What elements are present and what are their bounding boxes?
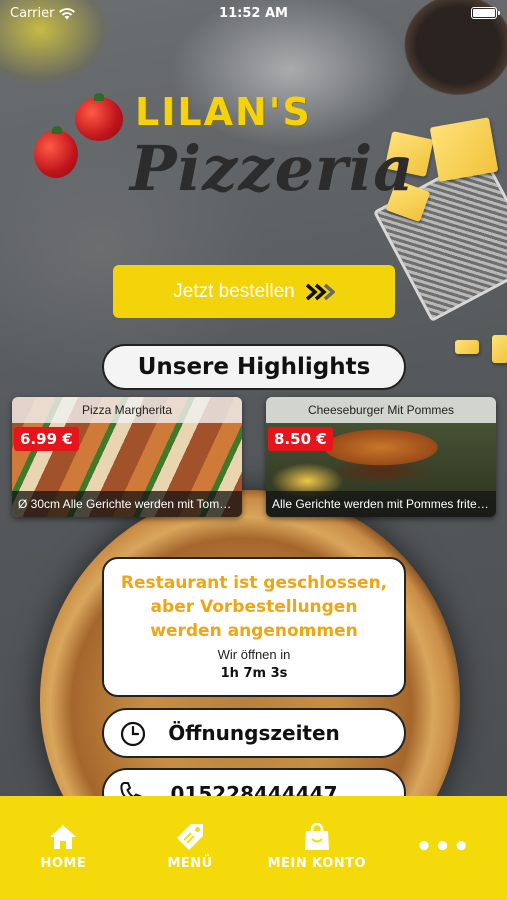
cheese-decoration [455, 340, 479, 354]
cheese-decoration [492, 335, 507, 363]
tag-icon [177, 824, 204, 850]
clock-icon [120, 721, 146, 747]
tab-menu[interactable]: MENÜ [135, 822, 245, 871]
tomato-decoration [75, 93, 123, 141]
tab-my-account[interactable]: MEIN KONTO [262, 822, 372, 871]
order-now-label: Jetzt bestellen [173, 280, 295, 302]
status-time: 11:52 AM [219, 6, 288, 21]
price-badge: 6.99 € [14, 427, 79, 451]
opening-label: Wir öffnen in [217, 647, 291, 662]
highlight-card-description: Alle Gerichte werden mit Pommes frites..… [266, 491, 496, 517]
opening-hours-label: Öffnungszeiten [168, 721, 340, 745]
highlight-card-title: Pizza Margherita [12, 397, 242, 423]
home-icon [50, 825, 77, 849]
restaurant-status-card: Restaurant ist geschlossen, aber Vorbest… [102, 557, 406, 697]
order-now-button[interactable]: Jetzt bestellen [113, 265, 395, 318]
opening-hours-button[interactable]: Öffnungszeiten [102, 708, 406, 758]
double-chevron-right-icon [305, 283, 335, 300]
highlights-heading: Unsere Highlights [102, 344, 406, 390]
highlight-card-cheeseburger[interactable]: Cheeseburger Mit Pommes 8.50 € Alle Geri… [266, 397, 496, 517]
shopping-bag-icon [304, 822, 329, 850]
highlight-card-description: Ø 30cm Alle Gerichte werden mit Tomat... [12, 491, 242, 517]
logo-subtitle: Pizzeria [130, 132, 415, 205]
logo-title: LILAN'S [135, 90, 312, 134]
more-icon: ••• [415, 832, 472, 862]
closed-message: Restaurant ist geschlossen, aber Vorbest… [120, 573, 388, 641]
highlight-card-pizza-margherita[interactable]: Pizza Margherita 6.99 € Ø 30cm Alle Geri… [12, 397, 242, 517]
tab-home[interactable]: HOME [8, 822, 118, 871]
price-badge: 8.50 € [268, 427, 333, 451]
tab-more[interactable]: ••• [389, 822, 499, 862]
opening-countdown: 1h 7m 3s [220, 666, 288, 681]
status-bar: Carrier 11:52 AM [0, 0, 507, 26]
cheese-decoration [429, 117, 499, 182]
tomato-decoration [34, 126, 78, 178]
highlight-card-title: Cheeseburger Mit Pommes [266, 397, 496, 423]
battery-icon [471, 7, 500, 19]
bottom-tab-bar: HOME MENÜ MEIN KONTO ••• [0, 796, 507, 900]
